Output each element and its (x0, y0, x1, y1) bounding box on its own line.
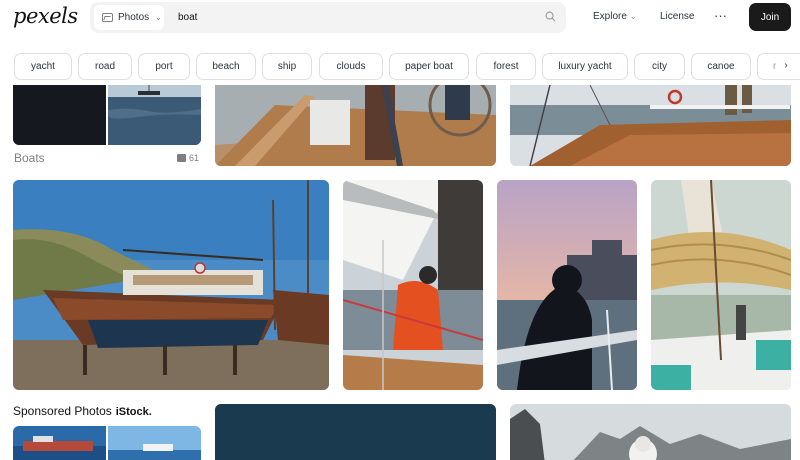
search-bar: Photos ⌄ (90, 2, 566, 33)
sponsored-photo-mountains[interactable] (510, 404, 791, 460)
collection-photo-dark[interactable] (13, 85, 106, 145)
image-icon (102, 13, 113, 22)
photo-sailor-orange-jacket[interactable] (343, 180, 483, 390)
photo-wooden-ship-drydock[interactable] (13, 180, 329, 390)
chip-luxury-yacht[interactable]: luxury yacht (542, 53, 628, 80)
chevron-right-icon[interactable]: › (776, 60, 796, 74)
chevron-down-icon: ⌄ (629, 12, 637, 21)
chevron-down-icon: ⌄ (155, 13, 162, 22)
chip-port[interactable]: port (138, 53, 190, 80)
search-type-label: Photos (118, 12, 150, 23)
sponsored-photo-cargo[interactable] (13, 426, 106, 460)
chip-forest[interactable]: forest (476, 53, 536, 80)
collection-photo-sea[interactable] (108, 85, 201, 145)
chip-canoe[interactable]: canoe (691, 53, 751, 80)
explore-label: Explore (593, 11, 627, 22)
search-icon[interactable] (545, 11, 556, 22)
photo-silhouette-ferry[interactable] (497, 180, 637, 390)
sponsored-heading: Sponsored Photos iStock. (13, 404, 152, 418)
pexels-logo[interactable]: pexels (13, 4, 78, 28)
collection-title[interactable]: Boats (14, 151, 45, 165)
chip-yacht[interactable]: yacht (14, 53, 72, 80)
chip-beach[interactable]: beach (196, 53, 256, 80)
photo-sailboat-canopy[interactable] (651, 180, 791, 390)
photo-yacht-deck[interactable] (510, 85, 791, 166)
collection-stack-icon (177, 154, 186, 162)
istock-logo[interactable]: iStock. (116, 406, 152, 418)
collection-count: 61 (177, 153, 199, 163)
search-type-dropdown[interactable]: Photos ⌄ (94, 5, 164, 30)
top-navigation: pexels Photos ⌄ Explore⌄ License ··· Joi… (0, 0, 800, 42)
sponsored-photo-cruise[interactable] (108, 426, 201, 460)
photo-sailboat-ropes[interactable] (215, 85, 496, 166)
sponsored-photo-dark-sea[interactable] (215, 404, 496, 460)
search-input[interactable] (178, 9, 518, 26)
chip-road[interactable]: road (78, 53, 132, 80)
license-link[interactable]: License (660, 11, 694, 22)
join-button[interactable]: Join (749, 3, 791, 31)
explore-menu[interactable]: Explore ⌄ (593, 11, 637, 22)
sponsored-title: Sponsored Photos (13, 404, 112, 418)
related-searches: yacht road port beach ship clouds paper … (14, 53, 800, 81)
more-menu-icon[interactable]: ··· (714, 8, 727, 23)
chip-paper-boat[interactable]: paper boat (389, 53, 469, 80)
chip-city[interactable]: city (634, 53, 685, 80)
chip-ship[interactable]: ship (262, 53, 312, 80)
collection-count-value: 61 (189, 153, 200, 163)
chip-clouds[interactable]: clouds (319, 53, 383, 80)
